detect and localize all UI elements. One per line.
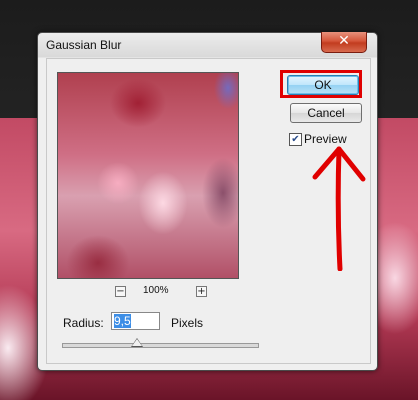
dialog-content: − 100% + OK Cancel ✔ Preview Radius: 9,5… (46, 58, 371, 364)
dialog-title: Gaussian Blur (46, 38, 122, 52)
radius-value: 9,5 (114, 314, 131, 328)
zoom-level: 100% (143, 285, 169, 296)
radius-unit-label: Pixels (171, 316, 204, 330)
radius-slider[interactable] (62, 343, 259, 348)
arrow-shaft (335, 146, 343, 271)
radius-slider-thumb[interactable] (130, 338, 143, 347)
close-button[interactable]: ✕ (321, 32, 367, 53)
radius-label: Radius: (63, 316, 104, 330)
blur-preview-image[interactable] (57, 72, 239, 279)
title-bar[interactable]: Gaussian Blur ✕ (38, 32, 377, 57)
red-arrow-annotation (312, 146, 366, 271)
gaussian-blur-dialog: Gaussian Blur ✕ − 100% + OK Cancel ✔ Pre… (37, 32, 378, 371)
cancel-button[interactable]: Cancel (290, 103, 362, 123)
zoom-in-button[interactable]: + (196, 286, 207, 297)
radius-input[interactable]: 9,5 (111, 312, 160, 330)
zoom-out-button[interactable]: − (115, 286, 126, 297)
close-icon: ✕ (338, 33, 350, 49)
ok-highlight-box (280, 70, 362, 98)
preview-checkbox[interactable]: ✔ (289, 133, 302, 146)
